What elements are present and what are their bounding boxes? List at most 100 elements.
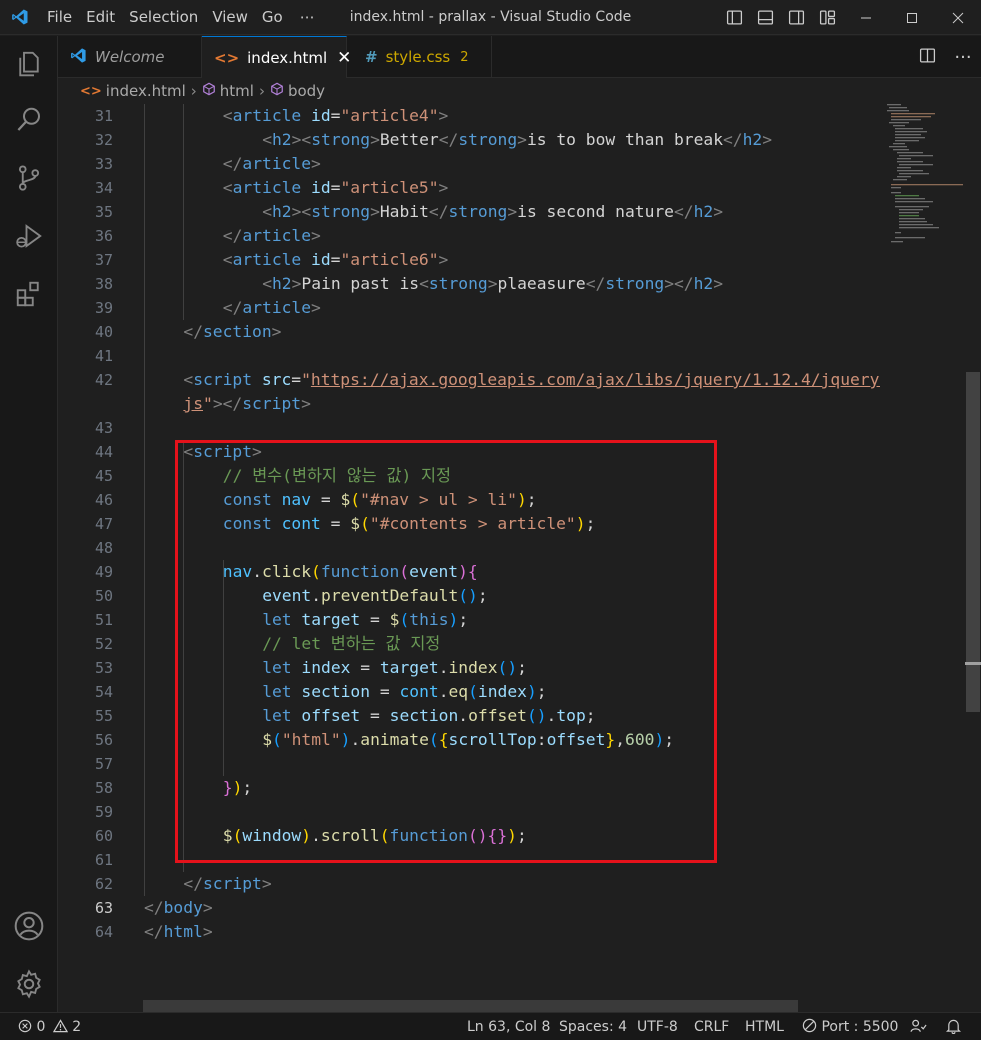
search-icon[interactable] [0,92,58,148]
toggle-primary-sidebar-icon[interactable] [719,0,750,35]
code-line[interactable]: </script> [183,872,271,896]
code-line[interactable]: </article> [223,296,321,320]
code-line[interactable]: </html> [144,920,213,944]
code-token: < [183,442,194,461]
code-line[interactable]: <h2><strong>Habit</strong>is second natu… [262,200,723,224]
code-token: offset [546,730,606,749]
code-token: scrollTop [448,730,537,749]
minimize-icon[interactable] [843,0,889,35]
code-line[interactable]: let section = cont.eq(index); [262,680,546,704]
code-line[interactable]: <h2><strong>Better</strong>is to bow tha… [262,128,772,152]
code-line[interactable]: }); [223,776,252,800]
code-line[interactable]: $("html").animate({scrollTop:offset},600… [262,728,674,752]
code-line[interactable]: let offset = section.offset().top; [262,704,595,728]
line-number: 63 [94,899,113,917]
code-token: > [311,298,321,317]
code-line[interactable]: <script src="https://ajax.googleapis.com… [183,368,880,392]
code-line[interactable]: js"></script> [183,392,310,416]
code-line[interactable]: <script> [183,440,261,464]
code-line[interactable]: nav.click(function(event){ [223,560,478,584]
customize-layout-icon[interactable] [812,0,843,35]
code-token: index [448,658,498,677]
code-token: window [242,826,302,845]
language-mode[interactable]: HTML [745,1013,784,1040]
code-line[interactable]: // 변수(변하지 않는 값) 지정 [223,464,451,488]
code-line[interactable]: let index = target.index(); [262,656,527,680]
code-token: ) [301,826,312,845]
breadcrumb-html[interactable]: html [220,82,254,100]
notifications-bell-icon[interactable] [945,1013,962,1040]
code-token: "article4" [340,106,439,125]
menu-edit[interactable]: Edit [79,0,122,35]
source-control-icon[interactable] [0,150,58,206]
menu-view[interactable]: View [205,0,255,35]
tab-index-html[interactable]: <> index.html ✕ [202,36,351,78]
indentation[interactable]: Spaces: 4 [559,1013,627,1040]
code-token: "#contents > article" [369,514,576,533]
live-server-port[interactable]: Port : 5500 [802,1013,898,1040]
html-file-icon: <> [80,83,102,99]
code-token: function [389,826,468,845]
code-line[interactable]: </body> [144,896,213,920]
more-actions-icon[interactable]: ··· [945,47,981,68]
code-token: event [409,562,459,581]
minimap[interactable] [881,104,965,1012]
menu-file[interactable]: File [40,0,79,35]
extensions-icon[interactable] [0,266,58,322]
code-line[interactable]: event.preventDefault(); [262,584,487,608]
vscode-logo-icon[interactable] [0,0,40,35]
accounts-feedback-icon[interactable] [910,1013,927,1040]
code-line[interactable]: </article> [223,224,321,248]
menu-go[interactable]: Go [255,0,290,35]
code-line[interactable]: </article> [223,152,321,176]
line-number: 39 [94,299,113,317]
code-area[interactable]: <article id="article4"> <h2><strong>Bette… [144,104,880,1012]
code-token: target [379,658,439,677]
explorer-icon[interactable] [0,36,58,92]
code-token: article [242,226,312,245]
run-debug-icon[interactable] [0,208,58,264]
code-token: </ [438,130,459,149]
scrollbar-thumb[interactable] [966,372,980,712]
code-line[interactable]: </section> [183,320,281,344]
tab-style-css[interactable]: # style.css 2 [347,36,492,78]
code-line[interactable]: <article id="article5"> [223,176,449,200]
cursor-position[interactable]: Ln 63, Col 8 [467,1013,550,1040]
toggle-panel-icon[interactable] [750,0,781,35]
code-token: ( [350,490,361,509]
chevron-right-icon: › [190,82,197,100]
menu-more[interactable]: ⋯ [290,0,325,35]
toggle-secondary-sidebar-icon[interactable] [781,0,812,35]
tab-bar: Welcome <> index.html ✕ # style.css 2 ··… [58,36,981,78]
breadcrumb-body[interactable]: body [288,82,325,100]
end-of-line[interactable]: CRLF [694,1013,729,1040]
code-line[interactable]: <h2>Pain past is<strong>plaeasure</stron… [262,272,723,296]
encoding[interactable]: UTF-8 [637,1013,678,1040]
code-line[interactable]: const cont = $("#contents > article"); [223,512,596,536]
code-editor[interactable]: 31 32 33 34 35 36 37 38 39 40 41 42 43 44 45 46 47 48 49 50… [58,104,981,1012]
code-token: < [262,274,272,293]
code-line[interactable]: const nav = $("#nav > ul > li"); [223,488,537,512]
maximize-icon[interactable] [889,0,935,35]
settings-gear-icon[interactable] [0,956,58,1012]
indent-guide [144,104,145,896]
account-icon[interactable] [0,898,58,954]
code-token: } [605,730,616,749]
code-line[interactable]: <article id="article6"> [223,248,449,272]
code-line[interactable]: let target = $(this); [262,608,468,632]
tab-welcome[interactable]: Welcome [58,36,202,78]
split-editor-icon[interactable] [909,47,945,68]
close-window-icon[interactable] [935,0,981,35]
breadcrumb-file[interactable]: index.html [106,82,186,100]
problems-status[interactable]: 0 2 [18,1013,81,1040]
code-line[interactable]: <article id="article4"> [223,104,449,128]
horizontal-scrollbar[interactable] [143,1000,798,1012]
code-line[interactable]: // let 변하는 값 지정 [262,632,440,656]
code-line[interactable]: $(window).scroll(function(){}); [223,824,527,848]
code-token: html [163,922,203,941]
vertical-scrollbar[interactable] [965,104,981,1012]
menu-selection[interactable]: Selection [122,0,205,35]
